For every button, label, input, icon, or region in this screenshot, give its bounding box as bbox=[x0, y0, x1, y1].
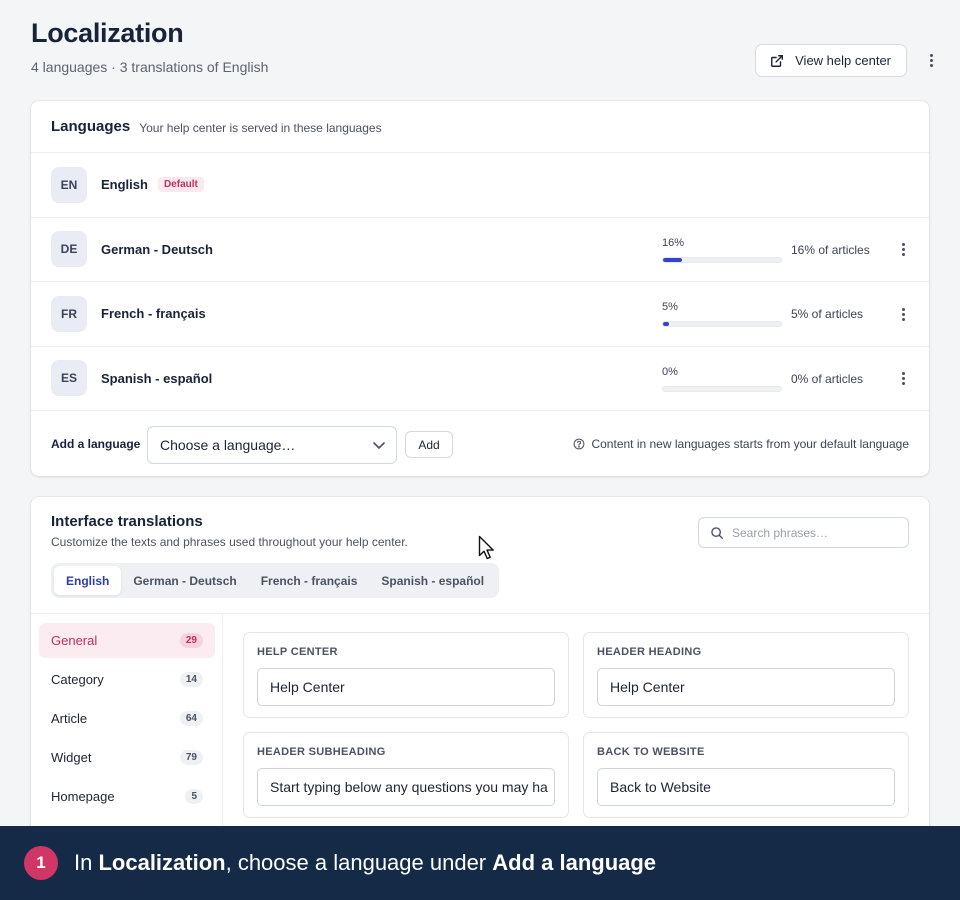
language-tabs: English German - Deutsch French - frança… bbox=[51, 563, 500, 598]
category-sidebar: General 29 Category 14 Article 64 Widget… bbox=[31, 614, 223, 837]
page-header: Localization 4 languages · 3 translation… bbox=[31, 18, 940, 88]
language-select-value: Choose a language… bbox=[160, 437, 296, 453]
field-input[interactable]: Help Center bbox=[597, 668, 895, 706]
tab-english[interactable]: English bbox=[54, 566, 122, 595]
translation-progress: 16% bbox=[662, 237, 782, 263]
sidebar-item-homepage[interactable]: Homepage 5 bbox=[39, 779, 215, 814]
language-row-english: EN English Default bbox=[31, 153, 929, 218]
search-placeholder: Search phrases… bbox=[732, 525, 829, 540]
sidebar-item-label: General bbox=[51, 633, 98, 648]
count-badge: 29 bbox=[179, 633, 203, 648]
field-input[interactable]: Back to Website bbox=[597, 768, 895, 806]
language-code: EN bbox=[51, 166, 87, 203]
default-badge: Default bbox=[157, 177, 204, 193]
progress-fill bbox=[663, 322, 669, 326]
count-badge: 64 bbox=[179, 711, 203, 726]
articles-coverage: 5% of articles bbox=[791, 307, 864, 321]
progress-fill bbox=[663, 257, 682, 262]
progress-bar bbox=[662, 385, 782, 392]
instruction-bold-part: Localization bbox=[98, 850, 226, 875]
add-language-row: Add a language Choose a language… Add Co… bbox=[31, 411, 929, 476]
instruction-banner: 1 In Localization, choose a language und… bbox=[0, 826, 960, 900]
articles-coverage: 0% of articles bbox=[791, 371, 864, 386]
search-icon bbox=[711, 526, 723, 539]
count-badge: 14 bbox=[179, 672, 203, 687]
progress-bar bbox=[662, 256, 782, 263]
more-vertical-icon[interactable] bbox=[896, 369, 910, 389]
progress-percent: 0% bbox=[662, 365, 678, 378]
phrase-field-header-subheading: HEADER SUBHEADING Start typing below any… bbox=[243, 732, 569, 818]
field-label: HELP CENTER bbox=[257, 646, 338, 658]
field-input[interactable]: Start typing below any questions you may… bbox=[257, 768, 555, 806]
translation-progress: 5% bbox=[662, 301, 782, 327]
sidebar-item-label: Article bbox=[51, 711, 88, 726]
count-badge: 79 bbox=[179, 750, 203, 765]
language-code: ES bbox=[51, 360, 87, 397]
languages-card-header: Languages Your help center is served in … bbox=[31, 101, 929, 153]
language-select[interactable]: Choose a language… bbox=[147, 426, 397, 464]
sidebar-item-label: Homepage bbox=[51, 789, 115, 804]
external-link-icon bbox=[771, 54, 784, 67]
more-vertical-icon[interactable] bbox=[896, 240, 910, 260]
add-language-hint-text: Content in new languages starts from you… bbox=[591, 437, 909, 451]
language-row-french[interactable]: FR French - français 5% 5% of articles bbox=[31, 282, 929, 347]
language-code: FR bbox=[51, 295, 87, 332]
add-language-hint: Content in new languages starts from you… bbox=[573, 437, 909, 451]
more-vertical-icon[interactable] bbox=[896, 304, 910, 324]
mouse-pointer-icon bbox=[478, 535, 494, 560]
sidebar-item-widget[interactable]: Widget 79 bbox=[39, 740, 215, 775]
articles-coverage: 16% of articles bbox=[791, 242, 870, 257]
tab-french[interactable]: French - français bbox=[249, 566, 370, 595]
progress-percent: 16% bbox=[662, 236, 685, 249]
count-badge: 5 bbox=[185, 789, 203, 804]
languages-title: Languages bbox=[51, 118, 131, 135]
sidebar-item-label: Category bbox=[51, 672, 104, 687]
view-help-center-button[interactable]: View help center bbox=[755, 44, 907, 77]
add-language-button[interactable]: Add bbox=[405, 431, 453, 458]
phrase-field-back-to-website: BACK TO WEBSITE Back to Website bbox=[583, 732, 909, 818]
language-name: French - français bbox=[101, 306, 206, 322]
instruction-text: In Localization, choose a language under… bbox=[74, 850, 656, 876]
tab-spanish[interactable]: Spanish - español bbox=[369, 566, 496, 595]
sidebar-item-article[interactable]: Article 64 bbox=[39, 701, 215, 736]
sidebar-item-general[interactable]: General 29 bbox=[39, 623, 215, 658]
interface-translations-description: Customize the texts and phrases used thr… bbox=[51, 535, 408, 549]
language-name: German - Deutsch bbox=[101, 241, 213, 257]
instruction-text-part: In bbox=[74, 850, 99, 875]
instruction-text-part: , choose a language under bbox=[225, 850, 493, 875]
translation-progress: 0% bbox=[662, 366, 782, 392]
interface-translations-title: Interface translations bbox=[51, 513, 203, 530]
language-name: Spanish - español bbox=[101, 370, 213, 386]
languages-card: Languages Your help center is served in … bbox=[31, 101, 929, 476]
step-number-badge: 1 bbox=[24, 846, 58, 880]
sidebar-item-label: Widget bbox=[51, 750, 92, 765]
language-row-german[interactable]: DE German - Deutsch 16% 16% of articles bbox=[31, 218, 929, 282]
sidebar-item-category[interactable]: Category 14 bbox=[39, 662, 215, 697]
tab-german[interactable]: German - Deutsch bbox=[121, 566, 248, 595]
field-label: HEADER HEADING bbox=[597, 646, 702, 658]
progress-bar bbox=[662, 321, 782, 327]
field-input[interactable]: Help Center bbox=[257, 668, 555, 706]
help-circle-icon bbox=[574, 438, 585, 450]
language-code: DE bbox=[51, 231, 87, 268]
field-label: HEADER SUBHEADING bbox=[257, 746, 386, 758]
language-name: English bbox=[101, 177, 148, 193]
progress-percent: 5% bbox=[662, 301, 678, 313]
phrase-field-help-center: HELP CENTER Help Center bbox=[243, 632, 569, 718]
phrase-field-header-heading: HEADER HEADING Help Center bbox=[583, 632, 909, 718]
add-language-label: Add a language bbox=[51, 437, 141, 451]
page-subtitle: 4 languages · 3 translations of English bbox=[31, 59, 269, 75]
search-phrases-input[interactable]: Search phrases… bbox=[698, 517, 909, 548]
more-vertical-icon[interactable] bbox=[924, 50, 938, 70]
view-help-center-label: View help center bbox=[795, 53, 891, 68]
instruction-bold-part: Add a language bbox=[492, 850, 657, 875]
language-row-spanish[interactable]: ES Spanish - español 0% 0% of articles bbox=[31, 347, 929, 411]
chevron-down-icon bbox=[373, 442, 385, 449]
field-label: BACK TO WEBSITE bbox=[597, 746, 705, 758]
languages-description: Your help center is served in these lang… bbox=[139, 120, 382, 135]
